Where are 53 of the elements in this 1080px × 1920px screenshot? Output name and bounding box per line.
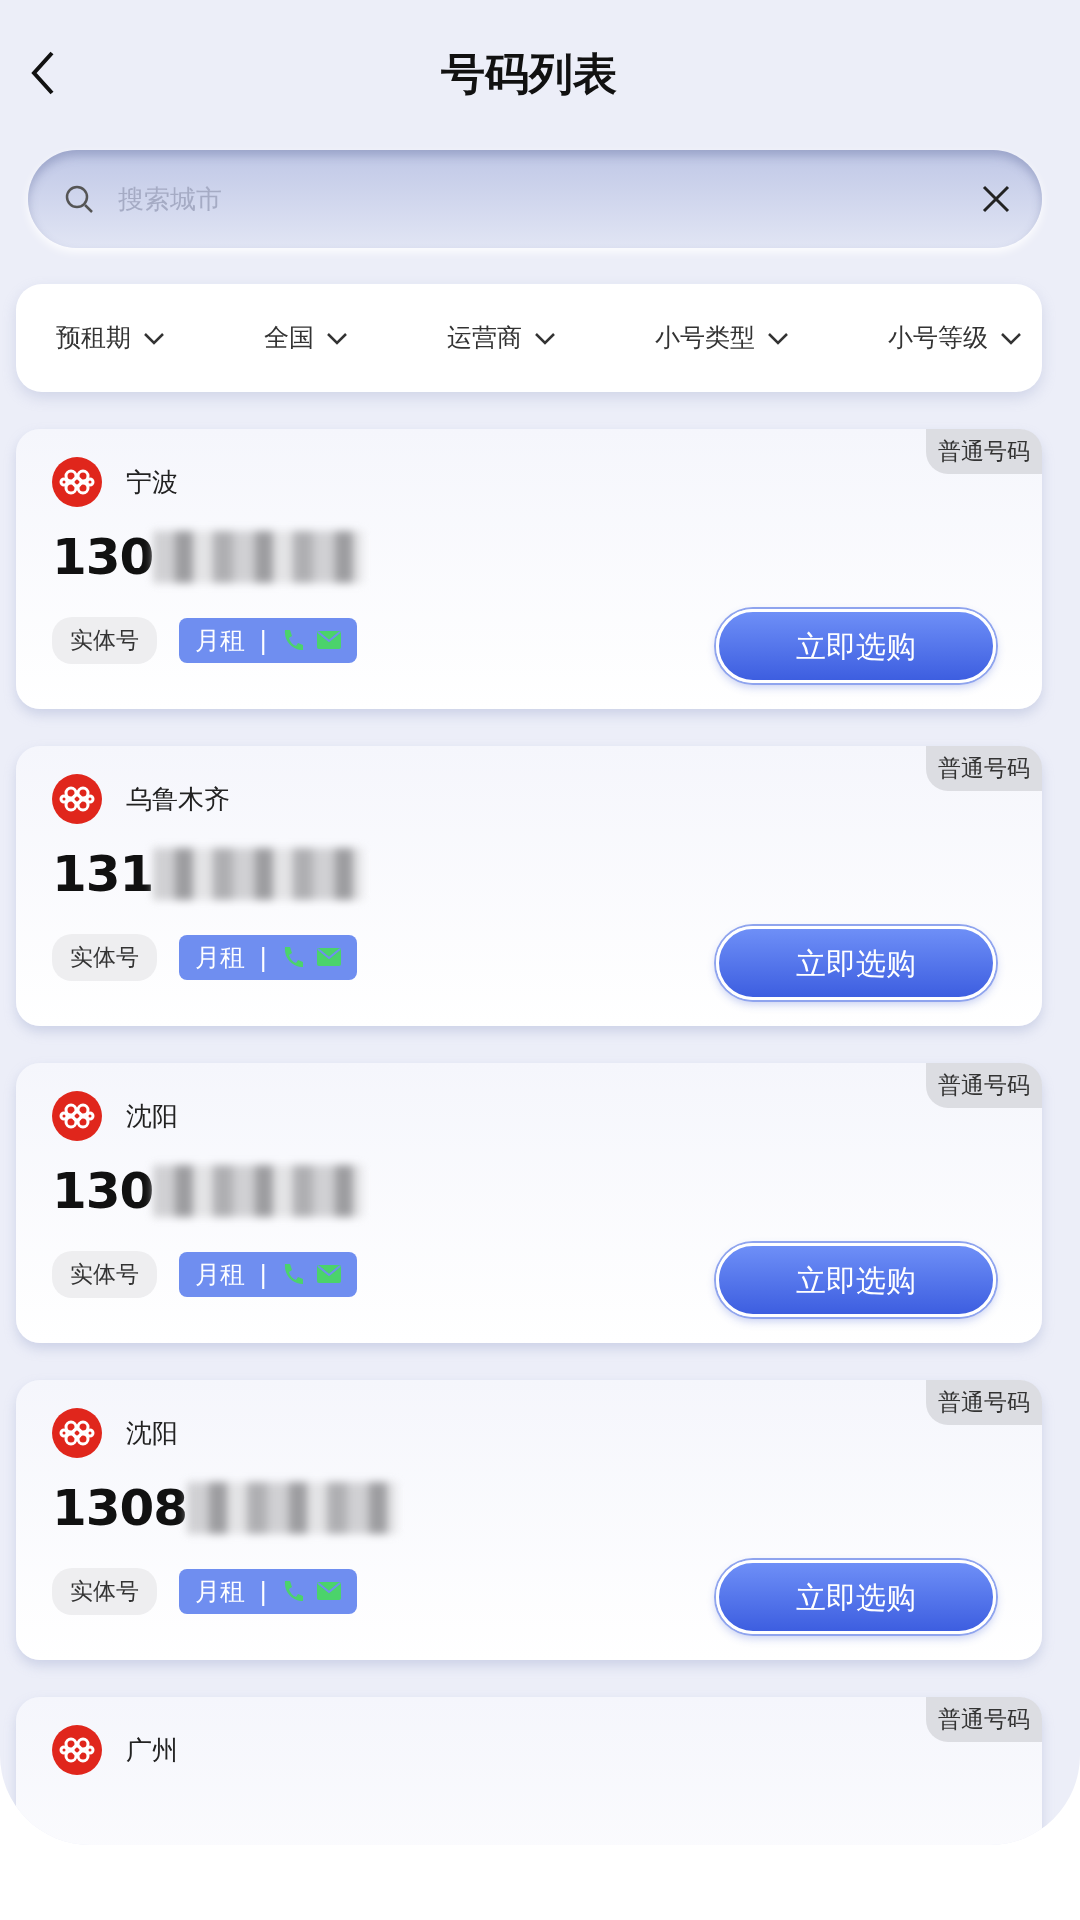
search-icon <box>64 184 94 214</box>
phone-number: 131 <box>52 843 154 905</box>
number-type-tag: 实体号 <box>52 617 157 664</box>
phone-number: 1308 <box>52 1477 188 1539</box>
chevron-icon <box>326 331 348 345</box>
number-type-tag: 实体号 <box>52 1251 157 1298</box>
filter-dropdown[interactable]: 小号类型 <box>655 319 789 357</box>
number-type-tag: 实体号 <box>52 1568 157 1615</box>
knot-logo-icon <box>52 457 102 507</box>
knot-logo-icon <box>52 1091 102 1141</box>
city-name: 广州 <box>126 1733 178 1767</box>
plan-label: 月租 <box>195 1575 245 1608</box>
chevron-icon <box>1000 331 1022 345</box>
mail-icon <box>317 1265 342 1284</box>
phone-number: 130 <box>52 1160 154 1222</box>
separator-text: | <box>259 1575 268 1608</box>
chevron-icon <box>534 331 556 345</box>
separator-text: | <box>259 624 268 657</box>
buy-now-button[interactable]: 立即选购 <box>716 926 996 1000</box>
buy-now-button[interactable]: 立即选购 <box>716 1243 996 1317</box>
filter-dropdown[interactable]: 小号等级 <box>888 319 1022 357</box>
number-grade-badge: 普通号码 <box>926 1063 1042 1108</box>
chevron-icon <box>767 331 789 345</box>
city-name: 乌鲁木齐 <box>126 782 230 816</box>
buy-now-button[interactable]: 立即选购 <box>716 1560 996 1634</box>
number-grade-badge: 普通号码 <box>926 1380 1042 1425</box>
filter-dropdown[interactable]: 全国 <box>264 319 348 357</box>
mail-icon <box>317 948 342 967</box>
city-name: 宁波 <box>126 465 178 499</box>
mail-icon <box>317 1582 342 1601</box>
knot-logo-icon <box>52 1408 102 1458</box>
number-grade-badge: 普通号码 <box>926 429 1042 474</box>
number-grade-badge: 普通号码 <box>926 746 1042 791</box>
back-icon[interactable] <box>30 50 56 96</box>
close-icon[interactable] <box>982 185 1010 213</box>
plan-label: 月租 <box>195 941 245 974</box>
phone-number: 130 <box>52 526 154 588</box>
plan-label: 月租 <box>195 624 245 657</box>
separator-text: | <box>259 941 268 974</box>
separator-text: | <box>259 1258 268 1291</box>
buy-now-button[interactable]: 立即选购 <box>716 609 996 683</box>
filter-dropdown[interactable]: 预租期 <box>56 319 165 357</box>
page-title: 号码列表 <box>441 47 617 101</box>
number-grade-badge: 普通号码 <box>926 1697 1042 1742</box>
city-name: 沈阳 <box>126 1099 178 1133</box>
mail-icon <box>317 631 342 650</box>
chevron-icon <box>143 331 165 345</box>
knot-logo-icon <box>52 774 102 824</box>
city-name: 沈阳 <box>126 1416 178 1450</box>
filter-dropdown[interactable]: 运营商 <box>447 319 556 357</box>
plan-label: 月租 <box>195 1258 245 1291</box>
knot-logo-icon <box>52 1725 102 1775</box>
number-type-tag: 实体号 <box>52 934 157 981</box>
